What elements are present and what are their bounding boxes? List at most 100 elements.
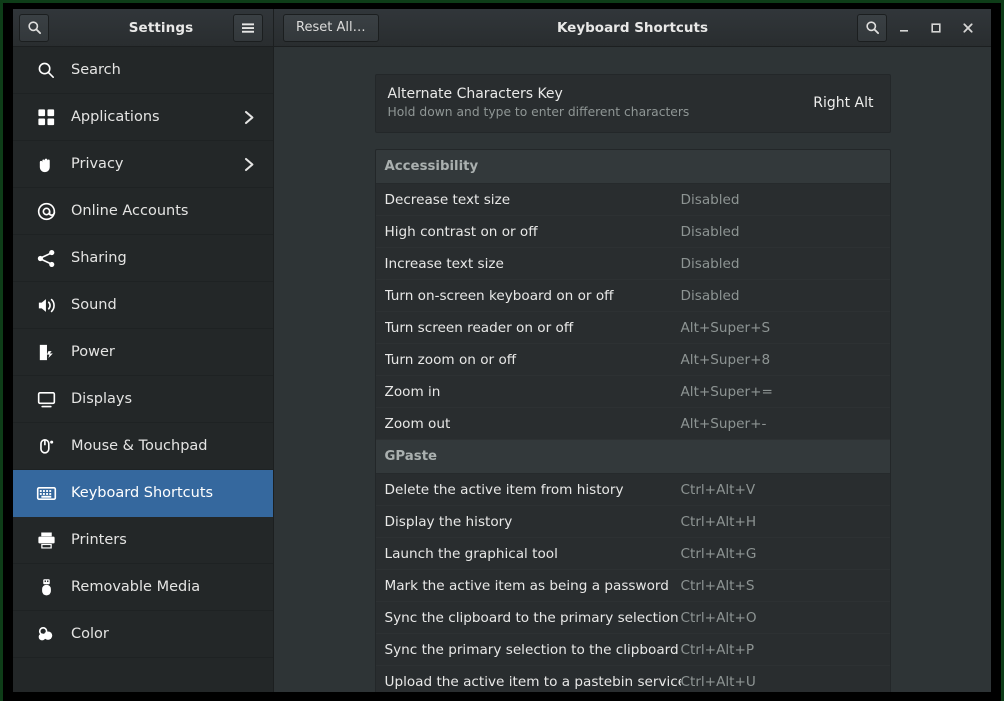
- sidebar-item-privacy[interactable]: Privacy: [13, 141, 273, 188]
- shortcut-row[interactable]: Turn on-screen keyboard on or off Disable…: [375, 280, 890, 312]
- shortcut-accelerator: Alt+Super+=: [680, 383, 773, 400]
- shortcut-row[interactable]: Decrease text size Disabled: [375, 184, 890, 216]
- grid-icon: [35, 106, 57, 128]
- sidebar-item-label: Color: [71, 626, 109, 642]
- shortcut-name: Sync the primary selection to the clipbo…: [384, 641, 679, 658]
- shortcut-search-button[interactable]: [857, 13, 887, 42]
- shortcut-row[interactable]: Mark the active item as being a password…: [375, 570, 890, 602]
- shortcut-name: Turn screen reader on or off: [384, 319, 574, 336]
- minimize-icon: [900, 29, 908, 32]
- alternate-characters-key-title: Alternate Characters Key: [387, 86, 563, 102]
- header-bar-sidebar-section: Settings: [13, 9, 274, 46]
- shortcut-row[interactable]: Delete the active item from history Ctrl+…: [375, 474, 890, 506]
- search-icon: [27, 21, 41, 35]
- screenshot-highlight-frame: Settings Reset All… Keyboard Shortcuts S…: [0, 0, 1004, 701]
- main-menu-button[interactable]: [233, 13, 263, 42]
- search-icon: [865, 21, 879, 35]
- close-button[interactable]: [953, 14, 983, 42]
- sidebar-item-keyboard-shortcuts[interactable]: Keyboard Shortcuts: [13, 470, 273, 517]
- window-body: Search Applications Privacy Online Accounts…: [13, 47, 991, 692]
- hand-icon: [35, 153, 57, 175]
- content-area: Alternate Characters Key Hold down and t…: [274, 47, 991, 692]
- printer-icon: [35, 529, 57, 551]
- shortcut-row[interactable]: Increase text size Disabled: [375, 248, 890, 280]
- shortcut-accelerator: Alt+Super+8: [680, 351, 771, 368]
- shortcut-name: Zoom out: [384, 415, 451, 432]
- sidebar-item-removable-media[interactable]: Removable Media: [13, 564, 273, 611]
- sidebar-item-applications[interactable]: Applications: [13, 94, 273, 141]
- alternate-characters-key-texts: Alternate Characters Key Hold down and t…: [388, 86, 800, 119]
- sidebar-item-online-accounts[interactable]: Online Accounts: [13, 188, 273, 235]
- shortcut-row[interactable]: Sync the primary selection to the clipbo…: [375, 634, 890, 666]
- mouse-icon: [35, 435, 57, 457]
- sidebar-search-button[interactable]: [19, 13, 49, 42]
- window-controls: [857, 13, 983, 42]
- shortcut-accelerator: Disabled: [680, 223, 740, 240]
- sidebar-item-label: Search: [71, 62, 121, 78]
- section-header-accessibility: Accessibility: [375, 150, 890, 184]
- at-sign-icon: [35, 200, 57, 222]
- alternate-characters-key-subtitle: Hold down and type to enter different ch…: [387, 105, 690, 119]
- shortcut-name: Launch the graphical tool: [384, 545, 558, 562]
- shortcut-accelerator: Ctrl+Alt+H: [680, 513, 757, 530]
- shortcut-name: Delete the active item from history: [384, 481, 624, 498]
- shortcut-accelerator: Disabled: [680, 191, 740, 208]
- shortcut-row[interactable]: High contrast on or off Disabled: [375, 216, 890, 248]
- shortcut-accelerator: Ctrl+Alt+G: [680, 545, 757, 562]
- chevron-right-icon: [244, 157, 255, 172]
- shortcut-row[interactable]: Zoom out Alt+Super+-: [375, 408, 890, 440]
- shortcut-row[interactable]: Launch the graphical tool Ctrl+Alt+G: [375, 538, 890, 570]
- shortcut-name: Turn zoom on or off: [384, 351, 517, 368]
- shortcut-row[interactable]: Turn screen reader on or off Alt+Super+S: [375, 312, 890, 344]
- search-icon: [35, 59, 57, 81]
- sidebar-item-label: Power: [71, 344, 115, 360]
- header-bar: Settings Reset All… Keyboard Shortcuts: [13, 9, 991, 47]
- shortcut-accelerator: Alt+Super+S: [680, 319, 771, 336]
- shortcut-accelerator: Disabled: [680, 255, 740, 272]
- sidebar-item-mouse-touchpad[interactable]: Mouse & Touchpad: [13, 423, 273, 470]
- sidebar-item-power[interactable]: Power: [13, 329, 273, 376]
- sidebar-item-displays[interactable]: Displays: [13, 376, 273, 423]
- share-icon: [35, 247, 57, 269]
- shortcut-row[interactable]: Display the history Ctrl+Alt+H: [375, 506, 890, 538]
- sidebar-item-printers[interactable]: Printers: [13, 517, 273, 564]
- sidebar-item-label: Keyboard Shortcuts: [71, 485, 214, 501]
- shortcut-row[interactable]: Turn zoom on or off Alt+Super+8: [375, 344, 890, 376]
- maximize-icon: [931, 22, 941, 33]
- sidebar-item-color[interactable]: Color: [13, 611, 273, 658]
- sidebar-item-label: Online Accounts: [71, 203, 189, 219]
- sidebar-item-label: Sharing: [71, 250, 127, 266]
- sidebar: Search Applications Privacy Online Accounts…: [13, 47, 274, 692]
- shortcut-name: Display the history: [384, 513, 513, 530]
- reset-all-button[interactable]: Reset All…: [283, 13, 379, 42]
- shortcut-row[interactable]: Upload the active item to a pastebin ser…: [376, 666, 890, 692]
- shortcut-name: Upload the active item to a pastebin ser…: [384, 673, 681, 690]
- hamburger-menu-icon: [242, 22, 254, 33]
- shortcut-name: Decrease text size: [384, 191, 511, 208]
- sidebar-item-label: Sound: [71, 297, 117, 313]
- shortcut-row[interactable]: Sync the clipboard to the primary select…: [375, 602, 890, 634]
- maximize-button[interactable]: [921, 14, 951, 42]
- alternate-characters-key-value: Right Alt: [813, 94, 874, 111]
- shortcut-accelerator: Ctrl+Alt+V: [680, 481, 756, 498]
- keyboard-icon: [35, 482, 57, 504]
- chevron-right-icon: [244, 110, 255, 125]
- shortcuts-list: Accessibility Decrease text size Disabled H…: [374, 149, 891, 692]
- section-header-gpaste: GPaste: [375, 440, 890, 474]
- sidebar-item-sharing[interactable]: Sharing: [13, 235, 273, 282]
- shortcut-accelerator: Alt+Super+-: [680, 415, 767, 432]
- usb-drive-icon: [35, 576, 57, 598]
- monitor-icon: [35, 388, 57, 410]
- sidebar-item-search[interactable]: Search: [13, 47, 273, 94]
- content-inner: Alternate Characters Key Hold down and t…: [374, 74, 891, 692]
- sidebar-item-sound[interactable]: Sound: [13, 282, 273, 329]
- shortcut-row[interactable]: Zoom in Alt+Super+=: [375, 376, 890, 408]
- shortcut-name: High contrast on or off: [384, 223, 538, 240]
- color-disc-icon: [35, 623, 57, 645]
- header-bar-content-section: Reset All… Keyboard Shortcuts: [274, 9, 991, 46]
- shortcut-accelerator: Ctrl+Alt+P: [680, 641, 755, 658]
- alternate-characters-key-row[interactable]: Alternate Characters Key Hold down and t…: [374, 74, 891, 133]
- settings-window: Settings Reset All… Keyboard Shortcuts S…: [13, 9, 991, 692]
- minimize-button[interactable]: [889, 14, 919, 42]
- shortcut-name: Mark the active item as being a password: [384, 577, 669, 594]
